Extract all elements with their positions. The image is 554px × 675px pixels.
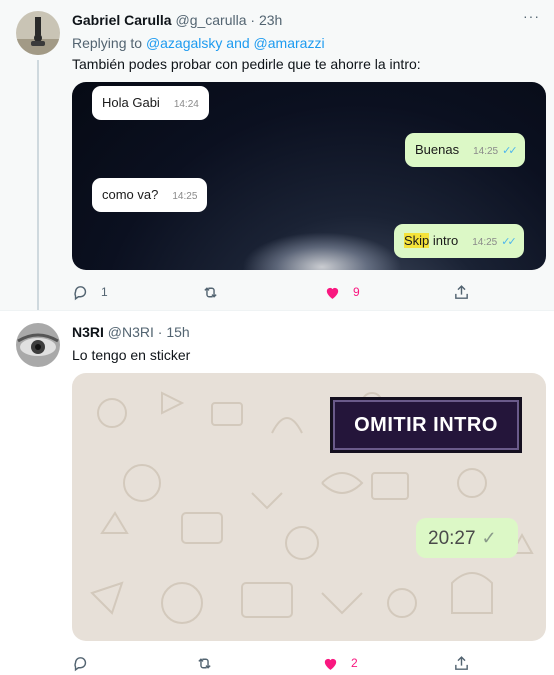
chat-time: 14:25 (472, 237, 498, 248)
chat-text: como va? (102, 187, 159, 202)
chat-bubble-outgoing: 20:27 ✓ (416, 518, 518, 558)
retweet-icon (198, 657, 211, 669)
author-handle[interactable]: @N3RI (108, 324, 154, 340)
check-icon: ✓ (481, 528, 497, 548)
timestamp[interactable]: 23h (259, 12, 282, 28)
tweet-header: N3RI @N3RI · 15h (72, 324, 190, 340)
reply-count: 1 (101, 285, 108, 299)
tweet-text: También podes probar con pedirle que te … (72, 56, 421, 72)
timestamp[interactable]: 15h (166, 324, 189, 340)
reply-button[interactable]: 1 (72, 282, 108, 302)
reply-icon (74, 285, 87, 300)
tweet-header: Gabriel Carulla @g_carulla · 23h (72, 12, 282, 28)
chat-text: Hola Gabi (102, 95, 160, 110)
like-button[interactable]: 9 (324, 282, 360, 302)
replying-to: Replying to @azagalsky and @amarazzi (72, 35, 325, 51)
chat-time: 14:25 (473, 146, 499, 157)
like-count: 9 (353, 285, 360, 299)
mention-azagalsky[interactable]: @azagalsky (146, 35, 222, 51)
chat-bubble-outgoing: Buenas 14:25 ✓✓ (405, 133, 525, 167)
chat-bubble-incoming: Hola Gabi 14:24 (92, 86, 209, 120)
avatar-gabriel[interactable] (16, 11, 60, 55)
thread-line (37, 60, 39, 315)
like-button[interactable]: 2 (322, 653, 358, 673)
chat-text: Buenas (415, 142, 460, 157)
retweet-icon (204, 286, 217, 298)
like-count: 2 (351, 656, 358, 670)
mention-amarazzi[interactable]: @amarazzi (254, 35, 325, 51)
share-icon (455, 655, 468, 670)
tweet-text: Lo tengo en sticker (72, 347, 191, 363)
chat-text: intro (429, 233, 459, 248)
avatar-n3ri[interactable] (16, 323, 60, 367)
chat-text-highlight: Skip (404, 233, 430, 248)
chat-time: 14:25 (172, 191, 198, 202)
more-options-icon[interactable]: ··· (523, 8, 540, 24)
author-name[interactable]: Gabriel Carulla (72, 12, 172, 28)
double-check-icon: ✓✓ (502, 145, 518, 157)
share-button[interactable] (453, 653, 470, 673)
heart-icon (326, 287, 339, 299)
background-glow (242, 232, 402, 270)
author-name[interactable]: N3RI (72, 324, 104, 340)
chat-bubble-outgoing: Skip intro 14:25 ✓✓ (394, 224, 524, 258)
double-check-icon: ✓✓ (501, 236, 517, 248)
tweet-media-whatsapp-screenshot[interactable]: OMITIR INTRO 20:27 ✓ (72, 373, 546, 641)
replying-prefix: Replying to (72, 35, 143, 51)
chat-time: 14:24 (173, 99, 199, 110)
chat-bubble-incoming: como va? 14:25 (92, 178, 208, 212)
omitir-intro-sticker: OMITIR INTRO (333, 400, 519, 450)
retweet-button[interactable] (196, 653, 213, 673)
heart-icon (324, 658, 337, 670)
tweet-media-chat-screenshot[interactable]: Hola Gabi 14:24 Buenas 14:25 ✓✓ como va? 14:… (72, 82, 546, 270)
share-button[interactable] (453, 282, 470, 302)
separator-dot: · (250, 12, 256, 28)
mention-and: and (226, 35, 250, 51)
reply-button[interactable] (72, 653, 89, 673)
retweet-button[interactable] (202, 282, 219, 302)
tweet-gabriel[interactable]: Gabriel Carulla @g_carulla · 23h ··· Rep… (0, 0, 554, 315)
tweet-actions: 2 (72, 653, 482, 673)
share-icon (455, 284, 468, 299)
reply-icon (74, 656, 87, 671)
separator-dot: · (157, 324, 163, 340)
tweet-actions: 1 9 (72, 282, 482, 302)
author-handle[interactable]: @g_carulla (175, 12, 246, 28)
chat-time: 20:27 (428, 528, 476, 549)
tweet-n3ri[interactable]: N3RI @N3RI · 15h Lo tengo en sticker OMI… (0, 310, 554, 675)
